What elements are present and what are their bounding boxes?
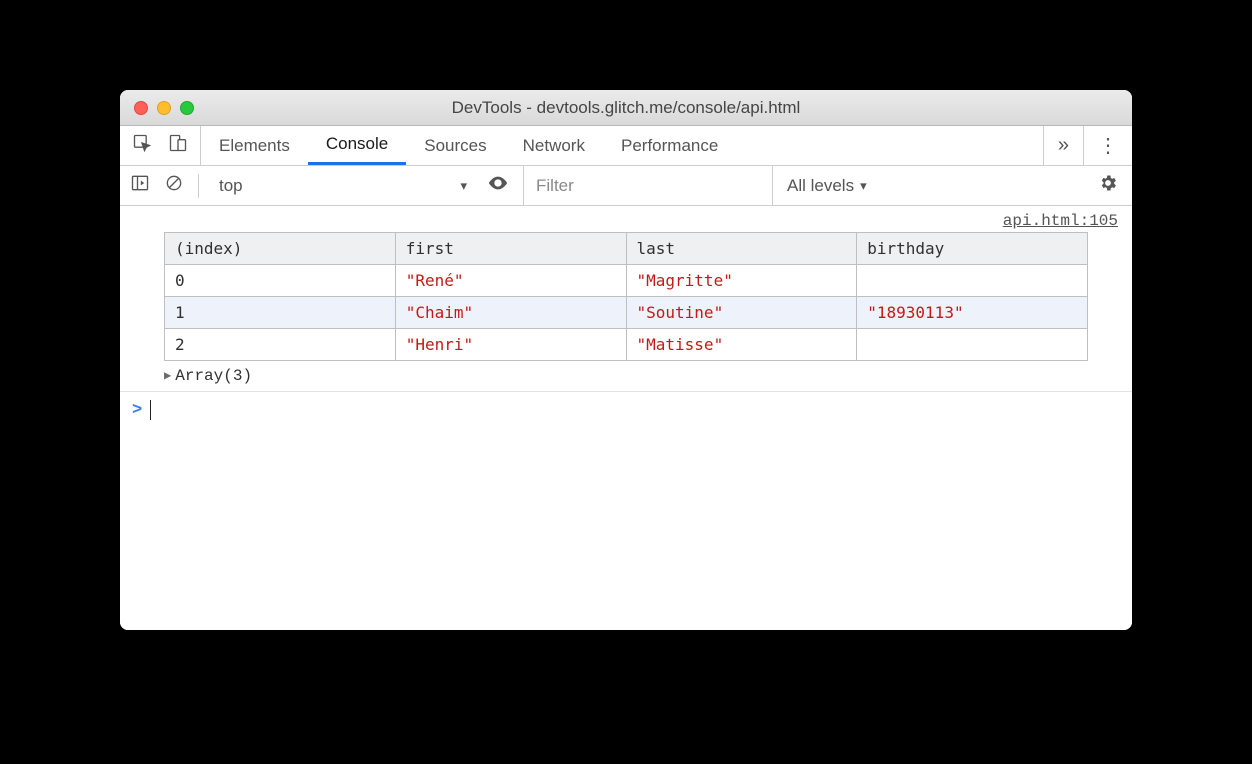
panel-tabs: Elements Console Sources Network Perform… [120,126,1132,166]
inspect-element-icon[interactable] [132,133,152,158]
toggle-device-icon[interactable] [168,133,188,158]
col-index[interactable]: (index) [165,233,396,265]
array-summary-label: Array(3) [175,367,252,385]
window-title: DevTools - devtools.glitch.me/console/ap… [120,98,1132,118]
tab-console[interactable]: Console [308,126,406,165]
tab-sources[interactable]: Sources [406,126,504,165]
toggle-sidebar-icon[interactable] [130,173,150,198]
tab-performance[interactable]: Performance [603,126,736,165]
tab-elements[interactable]: Elements [201,126,308,165]
table-row: 2 "Henri" "Matisse" [165,329,1088,361]
console-output: api.html:105 (index) first last birthday… [120,206,1132,630]
source-link-row: api.html:105 [120,206,1132,232]
table-row: 0 "René" "Magritte" [165,265,1088,297]
console-prompt[interactable]: > [120,391,1132,428]
dropdown-icon: ▾ [860,178,867,194]
array-summary[interactable]: ▶ Array(3) [120,361,1132,391]
expand-triangle-icon: ▶ [164,368,171,383]
tabs-overflow-button[interactable]: » [1043,126,1083,165]
close-window-button[interactable] [134,101,148,115]
live-expression-icon[interactable] [487,172,509,199]
console-settings-icon[interactable] [1094,173,1122,198]
log-levels-selector[interactable]: All levels ▾ [787,176,867,196]
dropdown-icon: ▾ [460,178,467,194]
col-last[interactable]: last [626,233,857,265]
console-toolbar: top ▾ All levels ▾ [120,166,1132,206]
prompt-chevron-icon: > [132,401,142,420]
source-link[interactable]: api.html:105 [1003,212,1118,230]
filter-input[interactable] [523,166,773,205]
table-header-row: (index) first last birthday [165,233,1088,265]
clear-console-icon[interactable] [164,173,184,198]
tab-list: Elements Console Sources Network Perform… [201,126,736,165]
console-table: (index) first last birthday 0 "René" "Ma… [164,232,1088,361]
context-selector[interactable]: top ▾ [213,176,473,196]
tab-network[interactable]: Network [505,126,603,165]
levels-label: All levels [787,176,854,196]
traffic-lights [134,101,194,115]
col-first[interactable]: first [395,233,626,265]
col-birthday[interactable]: birthday [857,233,1088,265]
devtools-window: DevTools - devtools.glitch.me/console/ap… [120,90,1132,630]
context-label: top [219,176,243,196]
zoom-window-button[interactable] [180,101,194,115]
table-row: 1 "Chaim" "Soutine" "18930113" [165,297,1088,329]
titlebar: DevTools - devtools.glitch.me/console/ap… [120,90,1132,126]
devtools-menu-button[interactable]: ⋮ [1083,126,1132,165]
text-caret [150,400,151,420]
minimize-window-button[interactable] [157,101,171,115]
